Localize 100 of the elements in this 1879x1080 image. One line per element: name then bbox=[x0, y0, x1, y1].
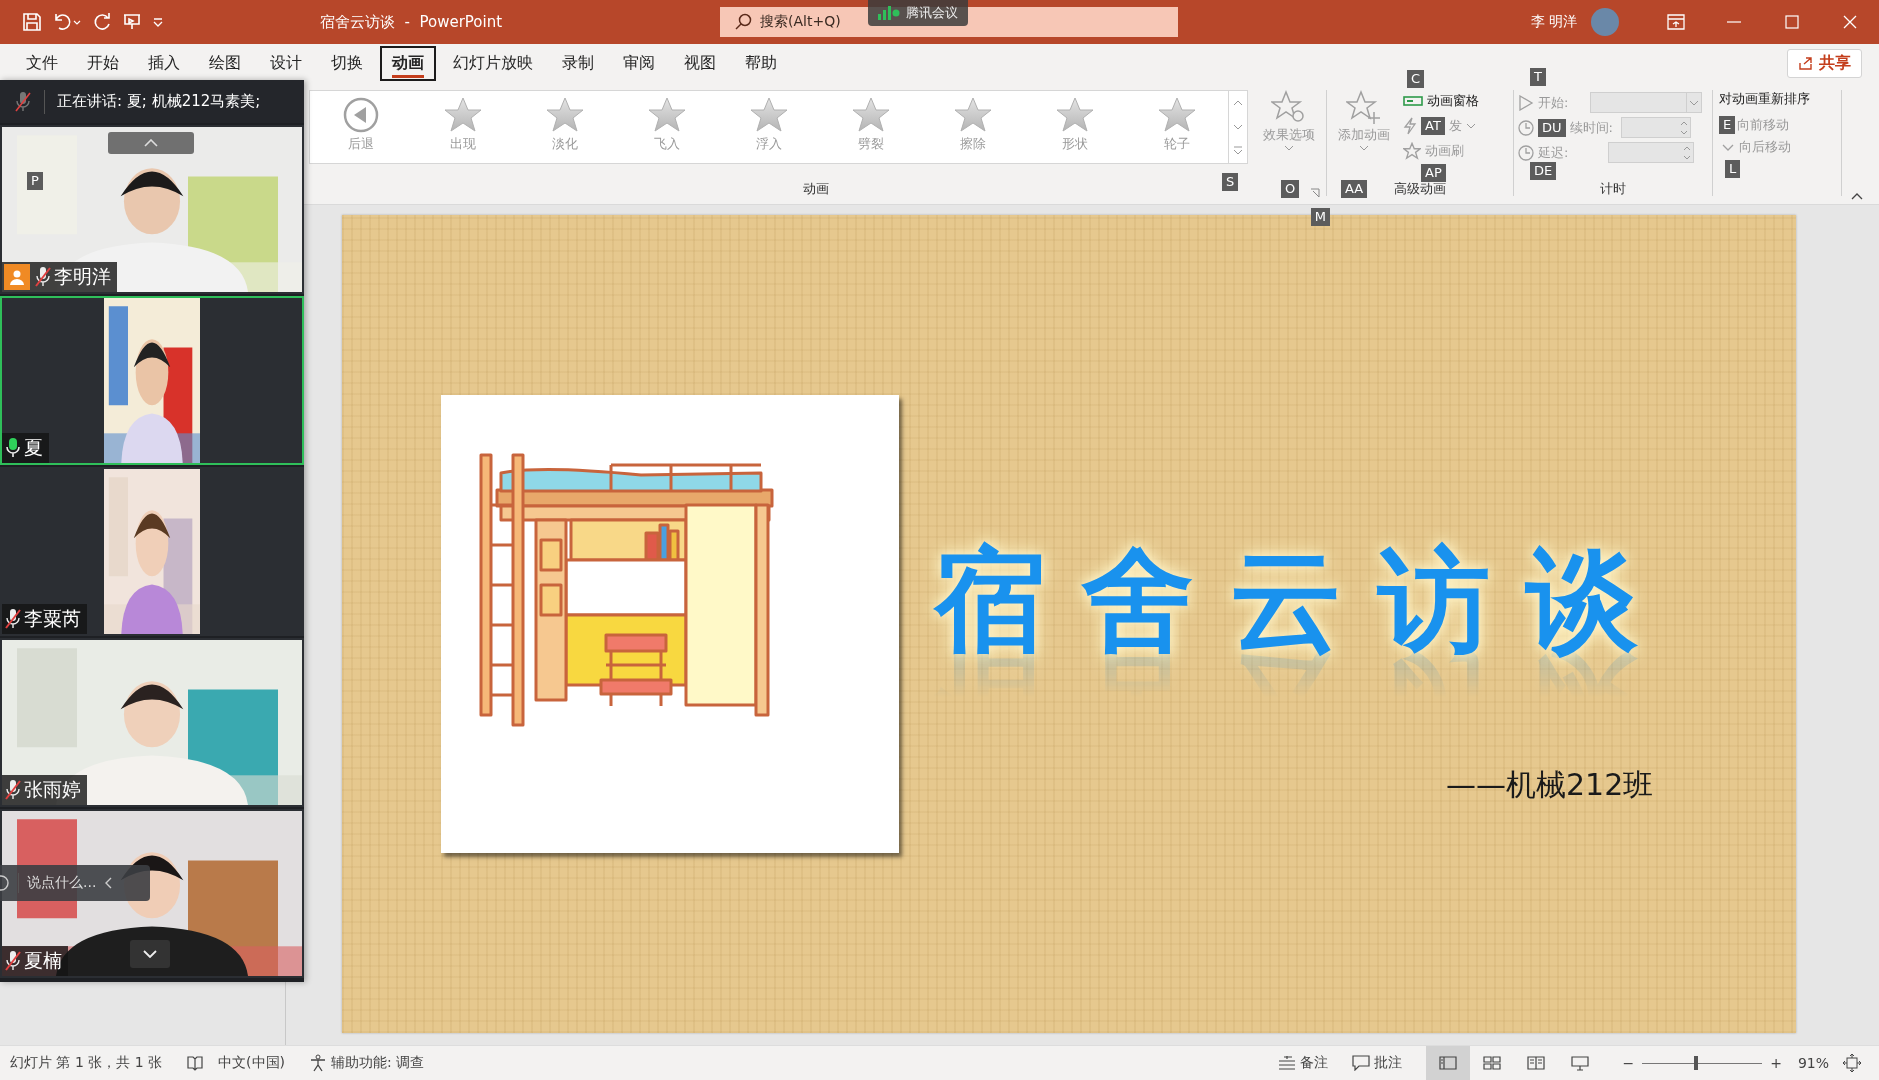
window-title: 宿舍云访谈 - PowerPoint bbox=[320, 12, 504, 32]
caret-icon bbox=[1359, 144, 1369, 152]
name-tag: 夏楠 bbox=[2, 946, 68, 976]
menu-tab[interactable]: 帮助 bbox=[733, 45, 789, 81]
caret-icon bbox=[1284, 144, 1294, 152]
menu-tab[interactable]: 视图 bbox=[672, 45, 728, 81]
star-plus-icon bbox=[1346, 90, 1382, 126]
keytip: P bbox=[27, 172, 43, 190]
field-label: 开始: bbox=[1538, 93, 1569, 112]
start-dropdown[interactable] bbox=[1590, 92, 1703, 113]
comment-icon bbox=[1352, 1055, 1371, 1071]
fit-slide-icon[interactable] bbox=[1843, 1054, 1861, 1072]
meeting-badge[interactable]: 腾讯会议 bbox=[868, 0, 968, 26]
slideshow-icon bbox=[1571, 1055, 1590, 1071]
speaking-status: 正在讲话: 夏; 机械212马素美; bbox=[57, 92, 261, 111]
mic-off-icon[interactable] bbox=[14, 90, 32, 113]
video-tile[interactable]: 张雨婷 bbox=[0, 638, 304, 807]
save-icon[interactable] bbox=[22, 12, 42, 32]
ribbon-display-icon[interactable] bbox=[1667, 14, 1685, 30]
reading-view-icon bbox=[1527, 1055, 1546, 1071]
keytip: DE bbox=[1530, 162, 1557, 180]
keytip: AT bbox=[1421, 117, 1445, 135]
group-label: 动画 bbox=[802, 180, 829, 198]
clock-icon bbox=[1518, 144, 1534, 161]
chevron-up-icon bbox=[144, 139, 158, 147]
language-status[interactable]: 中文(中国) bbox=[218, 1054, 285, 1072]
collapse-ribbon-icon[interactable] bbox=[1851, 192, 1863, 200]
star-icon bbox=[647, 95, 687, 135]
share-icon bbox=[1798, 55, 1814, 71]
star-icon bbox=[443, 95, 483, 135]
normal-view-icon bbox=[1439, 1055, 1458, 1071]
pane-icon bbox=[1403, 94, 1423, 108]
name-tag: 张雨婷 bbox=[2, 775, 87, 805]
video-tile[interactable]: 李粟芮 bbox=[0, 467, 304, 636]
menu-tab[interactable]: 录制 bbox=[550, 45, 606, 81]
keytip: O bbox=[1281, 180, 1300, 198]
chat-input[interactable]: 说点什么... bbox=[0, 865, 150, 901]
menu-tab[interactable]: 幻灯片放映 bbox=[441, 45, 545, 81]
keytip: AA bbox=[1341, 180, 1368, 198]
spin-field[interactable] bbox=[1620, 117, 1691, 138]
user-name[interactable]: 李 明洋 bbox=[1530, 13, 1577, 31]
spin-field[interactable] bbox=[1608, 142, 1695, 163]
menu-tab[interactable]: 切换 bbox=[319, 45, 375, 81]
slide-subtitle[interactable]: ——机械212班 bbox=[1446, 765, 1654, 806]
name-tag: 李粟芮 bbox=[2, 604, 87, 634]
zoom-level[interactable]: 91% bbox=[1797, 1055, 1829, 1071]
star-icon bbox=[851, 95, 891, 135]
clock-icon bbox=[1518, 119, 1534, 136]
close-icon[interactable] bbox=[1843, 15, 1857, 29]
zoom-thumb[interactable] bbox=[1694, 1056, 1699, 1070]
name-tag: 夏 bbox=[2, 433, 49, 463]
field-label: 延迟: bbox=[1538, 143, 1569, 162]
star-icon bbox=[749, 95, 789, 135]
menu-tab[interactable]: 设计 bbox=[258, 45, 314, 81]
keytip: L bbox=[1725, 160, 1741, 178]
keytip: C bbox=[1407, 70, 1425, 88]
star-icon bbox=[545, 95, 585, 135]
presentation-icon[interactable] bbox=[122, 12, 142, 32]
book-icon[interactable] bbox=[186, 1055, 205, 1071]
share-button[interactable]: 共享 bbox=[1787, 48, 1862, 78]
dialog-launcher-icon[interactable] bbox=[1310, 188, 1320, 198]
notes-button[interactable]: 备注 bbox=[1278, 1054, 1329, 1072]
keytip: T bbox=[1530, 68, 1546, 86]
comments-button[interactable]: 批注 bbox=[1352, 1054, 1403, 1072]
group-label: 高级动画 bbox=[1394, 180, 1446, 198]
signal-icon bbox=[878, 6, 900, 20]
menu-tab[interactable]: 动画 bbox=[380, 45, 436, 81]
menu-tab[interactable]: 插入 bbox=[136, 45, 192, 81]
menu-tab[interactable]: 文件 bbox=[14, 45, 70, 81]
menu-tab[interactable]: 审阅 bbox=[611, 45, 667, 81]
star-icon bbox=[1157, 95, 1197, 135]
view-button[interactable] bbox=[1426, 1046, 1471, 1080]
scroll-up-button[interactable] bbox=[108, 132, 194, 154]
chevron-left-icon bbox=[104, 877, 113, 889]
redo-icon[interactable] bbox=[92, 12, 112, 32]
notes-icon bbox=[1278, 1056, 1297, 1070]
video-tile[interactable]: 夏 bbox=[0, 296, 304, 465]
undo-icon[interactable] bbox=[52, 12, 82, 32]
reorder-title: 对动画重新排序 bbox=[1719, 90, 1810, 108]
keytip: DU bbox=[1538, 118, 1566, 137]
scroll-down-button[interactable] bbox=[130, 940, 170, 968]
slide-counter[interactable]: 幻灯片 第 1 张，共 1 张 bbox=[10, 1054, 163, 1072]
group-label: 计时 bbox=[1600, 180, 1626, 198]
name-tag: 李明洋 bbox=[2, 262, 117, 292]
accessibility-status[interactable]: 辅助功能: 调查 bbox=[331, 1054, 425, 1072]
zoom-out-button[interactable]: − bbox=[1620, 1055, 1637, 1071]
search-icon bbox=[734, 13, 752, 31]
caret-icon[interactable] bbox=[152, 16, 164, 28]
star-icon bbox=[953, 95, 993, 135]
maximize-icon[interactable] bbox=[1785, 15, 1799, 29]
play-icon bbox=[1518, 94, 1534, 111]
keytip: S bbox=[1222, 173, 1239, 191]
keytip: E bbox=[1719, 116, 1736, 134]
caret-icon bbox=[1465, 122, 1476, 130]
menu-tab[interactable]: 开始 bbox=[75, 45, 131, 81]
accessibility-icon[interactable] bbox=[309, 1054, 327, 1072]
chevron-down-icon bbox=[143, 950, 157, 958]
menu-tab[interactable]: 绘图 bbox=[197, 45, 253, 81]
grid-view-icon bbox=[1483, 1055, 1502, 1071]
zoom-in-button[interactable]: + bbox=[1768, 1055, 1784, 1071]
